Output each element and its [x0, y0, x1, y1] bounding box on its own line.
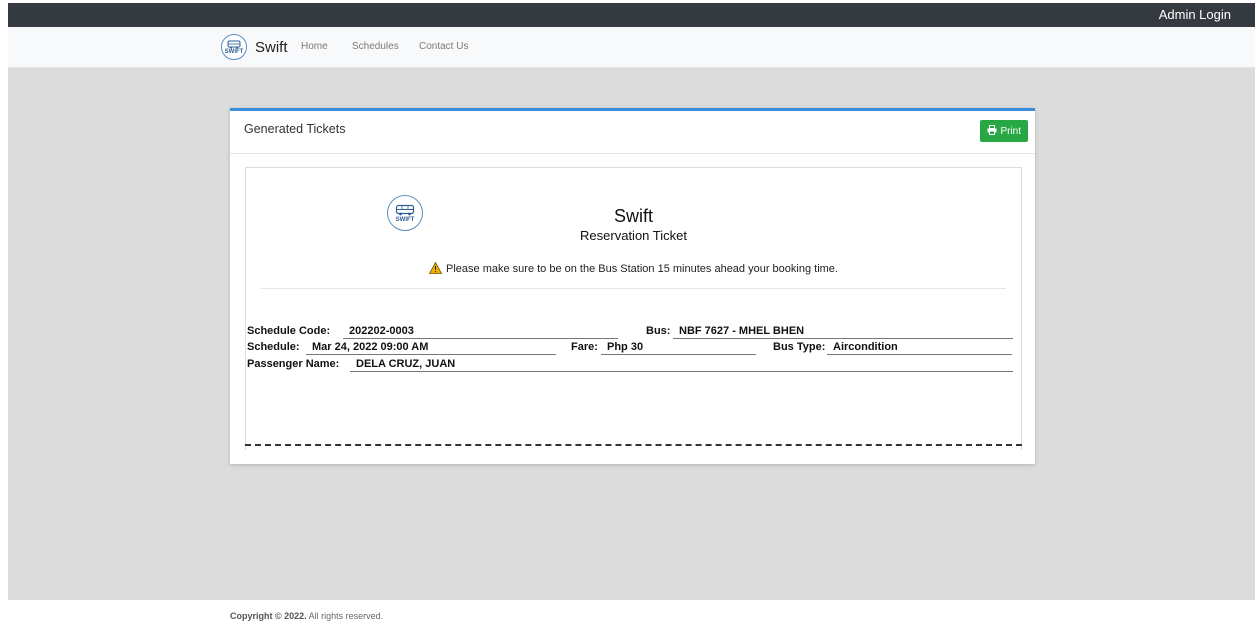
printer-icon — [987, 124, 997, 138]
warning-icon — [428, 261, 443, 277]
print-button[interactable]: Print — [980, 120, 1028, 142]
fare-value: Php 30 — [601, 341, 756, 355]
ticket-subtitle: Reservation Ticket — [580, 228, 687, 243]
nav-schedules[interactable]: Schedules — [352, 41, 399, 52]
bus-logo-icon: SWIFT — [221, 34, 247, 60]
ticket-notice: Please make sure to be on the Bus Statio… — [246, 261, 1021, 277]
ticket-cut-line — [245, 444, 1022, 446]
card-title: Generated Tickets — [244, 122, 346, 136]
brand-name: Swift — [255, 38, 288, 56]
generated-tickets-card: Generated Tickets Print SWIFT Swift Rese… — [230, 108, 1035, 464]
schedule-field: Schedule: Mar 24, 2022 09:00 AM — [247, 341, 556, 355]
notice-text: Please make sure to be on the Bus Statio… — [446, 263, 838, 275]
logo-text: SWIFT — [224, 48, 244, 55]
schedule-value: Mar 24, 2022 09:00 AM — [306, 341, 556, 355]
copyright-text: Copyright © 2022. — [230, 611, 307, 621]
schedule-label: Schedule: — [247, 341, 300, 353]
footer: Copyright © 2022. All rights reserved. — [230, 611, 383, 621]
passenger-value: DELA CRUZ, JUAN — [350, 358, 1013, 372]
bus-type-field: Bus Type: Aircondition — [773, 341, 1012, 355]
rights-text: All rights reserved. — [306, 611, 384, 621]
bus-type-value: Aircondition — [827, 341, 1012, 355]
bus-label: Bus: — [646, 325, 671, 337]
fare-label: Fare: — [571, 341, 598, 353]
top-bar: Admin Login — [8, 3, 1255, 27]
admin-login-link[interactable]: Admin Login — [1159, 7, 1231, 22]
fare-field: Fare: Php 30 — [571, 341, 756, 355]
passenger-field: Passenger Name: DELA CRUZ, JUAN — [247, 358, 1013, 372]
schedule-code-value: 202202-0003 — [343, 325, 618, 339]
brand[interactable]: SWIFT Swift — [221, 33, 288, 61]
nav-home[interactable]: Home — [301, 41, 328, 52]
ticket: SWIFT Swift Reservation Ticket Please ma… — [245, 167, 1022, 450]
passenger-label: Passenger Name: — [247, 358, 340, 370]
navbar: SWIFT Swift Home Schedules Contact Us — [8, 27, 1255, 68]
bus-field: Bus: NBF 7627 - MHEL BHEN — [646, 325, 1013, 339]
bus-type-label: Bus Type: — [773, 341, 826, 353]
ticket-title: Swift — [613, 206, 653, 226]
nav-contact[interactable]: Contact Us — [419, 41, 468, 52]
ticket-divider — [261, 288, 1006, 289]
print-label: Print — [1000, 125, 1021, 137]
card-header: Generated Tickets Print — [230, 111, 1035, 154]
schedule-code-label: Schedule Code: — [247, 325, 331, 337]
schedule-code-field: Schedule Code: 202202-0003 — [247, 325, 618, 339]
page-frame: Admin Login SWIFT Swift Home Schedules C… — [8, 3, 1255, 600]
bus-value: NBF 7627 - MHEL BHEN — [673, 325, 1013, 339]
